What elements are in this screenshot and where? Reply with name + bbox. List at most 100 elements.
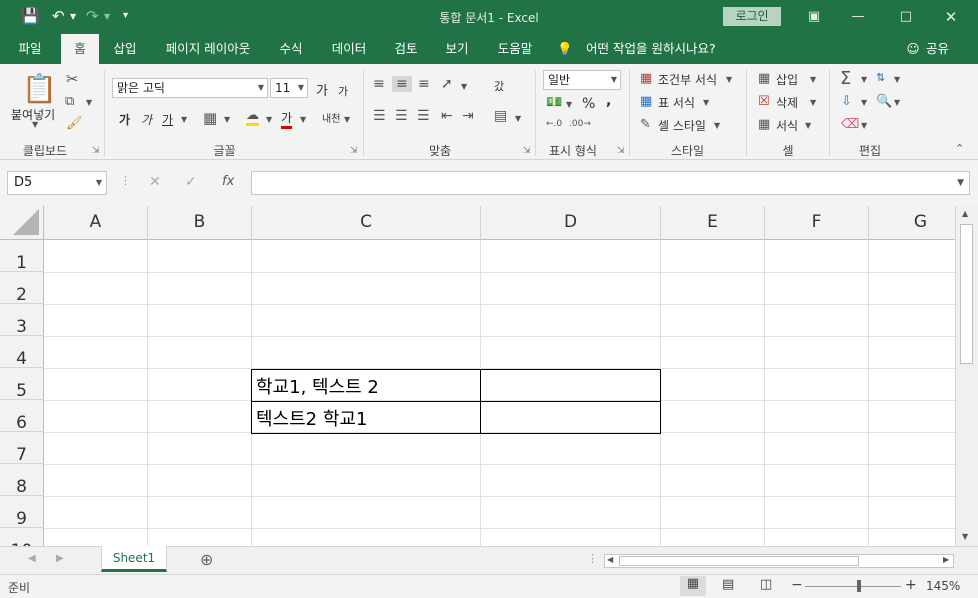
share-icon[interactable]: ☺ (905, 34, 921, 64)
orientation-icon[interactable]: ➚ (441, 76, 453, 92)
sort-filter-icon[interactable]: ⇅ (876, 71, 885, 84)
merge-center-icon[interactable]: ▤ (494, 108, 507, 124)
save-icon[interactable]: 💾 (21, 7, 40, 25)
autosum-dropdown-icon[interactable]: ▼ (861, 75, 867, 84)
expand-formula-bar-icon[interactable]: ▼ (957, 178, 964, 188)
column-header-g[interactable]: G (869, 206, 955, 240)
format-cells-dropdown-icon[interactable]: ▼ (805, 121, 811, 130)
redo-dropdown-icon[interactable]: ▼ (104, 12, 110, 21)
tab-insert[interactable]: 삽입 (104, 34, 146, 64)
zoom-in-icon[interactable]: + (905, 577, 917, 593)
cell-styles-dropdown-icon[interactable]: ▼ (714, 121, 720, 130)
accounting-format-icon[interactable]: 💵 (546, 95, 562, 110)
number-launcher-icon[interactable]: ⇲ (617, 146, 625, 156)
conditional-formatting-dropdown-icon[interactable]: ▼ (726, 75, 732, 84)
worksheet-grid[interactable]: A B C D E F G 1 2 3 4 5 6 7 8 9 10 (0, 206, 955, 546)
tab-home[interactable]: 홈 (61, 34, 99, 64)
row-header-8[interactable]: 8 (0, 464, 44, 497)
column-header-e[interactable]: E (661, 206, 765, 240)
align-top-icon[interactable]: ≡ (373, 76, 385, 92)
phonetic-dropdown-icon[interactable]: ▼ (344, 115, 350, 124)
scroll-right-icon[interactable]: ▶ (943, 555, 949, 564)
fill-icon[interactable]: ⇩ (841, 94, 852, 109)
row-header-9[interactable]: 9 (0, 496, 44, 529)
zoom-slider[interactable] (805, 586, 901, 587)
sort-filter-dropdown-icon[interactable]: ▼ (894, 75, 900, 84)
bold-button[interactable]: 가 (119, 111, 130, 128)
clear-dropdown-icon[interactable]: ▼ (861, 121, 867, 130)
column-header-d[interactable]: D (481, 206, 661, 240)
row-header-6[interactable]: 6 (0, 400, 44, 433)
horizontal-scroll-thumb[interactable] (619, 556, 859, 566)
column-header-a[interactable]: A (44, 206, 148, 240)
previous-sheet-icon[interactable]: ◀ (28, 553, 36, 564)
number-format-combo[interactable]: 일반 ▼ (543, 70, 621, 90)
column-header-f[interactable]: F (765, 206, 869, 240)
borders-dropdown-icon[interactable]: ▼ (224, 115, 230, 124)
formula-input[interactable]: ▼ (251, 171, 970, 195)
comma-style-button[interactable]: , (606, 93, 611, 109)
grow-font-button[interactable]: 가 (316, 80, 328, 99)
maximize-icon[interactable]: □ (891, 6, 921, 28)
tab-file[interactable]: 파일 (8, 34, 52, 64)
font-color-button[interactable]: 가 (281, 109, 293, 129)
paste-dropdown-icon[interactable]: ▼ (32, 120, 38, 129)
font-size-combo[interactable]: 11 ▼ (270, 78, 308, 98)
undo-dropdown-icon[interactable]: ▼ (70, 12, 76, 21)
undo-icon[interactable]: ↶ (52, 7, 65, 25)
font-color-dropdown-icon[interactable]: ▼ (300, 115, 306, 124)
alignment-launcher-icon[interactable]: ⇲ (523, 146, 531, 156)
enter-icon[interactable]: ✓ (185, 174, 197, 190)
conditional-formatting-button[interactable]: 조건부 서식 (658, 71, 717, 88)
login-button[interactable]: 로그인 (723, 7, 781, 26)
font-name-combo[interactable]: 맑은 고딕 ▼ (112, 78, 268, 98)
orientation-dropdown-icon[interactable]: ▼ (461, 82, 467, 91)
find-select-icon[interactable]: 🔍 (876, 94, 892, 109)
align-right-icon[interactable]: ☰ (417, 108, 430, 124)
redo-icon[interactable]: ↷ (86, 7, 99, 25)
cell-d6[interactable] (480, 401, 661, 434)
font-launcher-icon[interactable]: ⇲ (350, 146, 358, 156)
select-all-button[interactable] (0, 206, 44, 240)
format-as-table-button[interactable]: 표 서식 (658, 94, 695, 111)
tab-help[interactable]: 도움말 (488, 34, 542, 64)
cut-icon[interactable]: ✂ (66, 70, 79, 88)
autosum-icon[interactable]: Σ (840, 68, 851, 89)
close-icon[interactable]: ✕ (936, 6, 966, 28)
page-break-preview-icon[interactable]: ◫ (760, 577, 772, 592)
row-header-7[interactable]: 7 (0, 432, 44, 465)
underline-button[interactable]: 가 (162, 111, 173, 128)
delete-cells-dropdown-icon[interactable]: ▼ (810, 98, 816, 107)
name-box[interactable]: D5 ▼ (7, 171, 107, 195)
zoom-slider-thumb[interactable] (857, 580, 861, 592)
vertical-scrollbar[interactable]: ▲ ▼ (955, 206, 978, 546)
align-bottom-icon[interactable]: ≡ (418, 76, 430, 92)
page-layout-view-icon[interactable]: ▤ (722, 577, 734, 592)
vertical-scroll-thumb[interactable] (960, 224, 973, 364)
clear-icon[interactable]: ⌫ (841, 117, 859, 132)
insert-function-icon[interactable]: fx (222, 174, 234, 189)
row-header-5[interactable]: 5 (0, 368, 44, 401)
cell-d5[interactable] (480, 369, 661, 402)
tab-page-layout[interactable]: 페이지 레이아웃 (158, 34, 258, 64)
fill-color-dropdown-icon[interactable]: ▼ (266, 115, 272, 124)
align-middle-icon[interactable]: ≡ (392, 76, 412, 92)
row-header-3[interactable]: 3 (0, 304, 44, 337)
fill-color-icon[interactable]: ☁ (246, 108, 259, 126)
share-button[interactable]: 공유 (926, 34, 949, 64)
tab-review[interactable]: 검토 (385, 34, 427, 64)
borders-icon[interactable]: ▦ (203, 109, 217, 127)
collapse-ribbon-icon[interactable]: ⌃ (955, 142, 964, 155)
italic-button[interactable]: 가 (141, 111, 152, 128)
paste-icon[interactable]: 📋 (22, 72, 57, 105)
chevron-down-icon[interactable]: ▼ (96, 172, 102, 194)
next-sheet-icon[interactable]: ▶ (56, 553, 64, 564)
increase-indent-icon[interactable]: ⇥ (462, 108, 474, 124)
percent-style-button[interactable]: % (582, 96, 595, 112)
row-header-2[interactable]: 2 (0, 272, 44, 305)
delete-cells-button[interactable]: 삭제 (776, 94, 798, 111)
format-as-table-dropdown-icon[interactable]: ▼ (703, 98, 709, 107)
scroll-up-icon[interactable]: ▲ (962, 209, 968, 218)
insert-cells-button[interactable]: 삽입 (776, 71, 798, 88)
cell-styles-button[interactable]: 셀 스타일 (658, 117, 706, 134)
